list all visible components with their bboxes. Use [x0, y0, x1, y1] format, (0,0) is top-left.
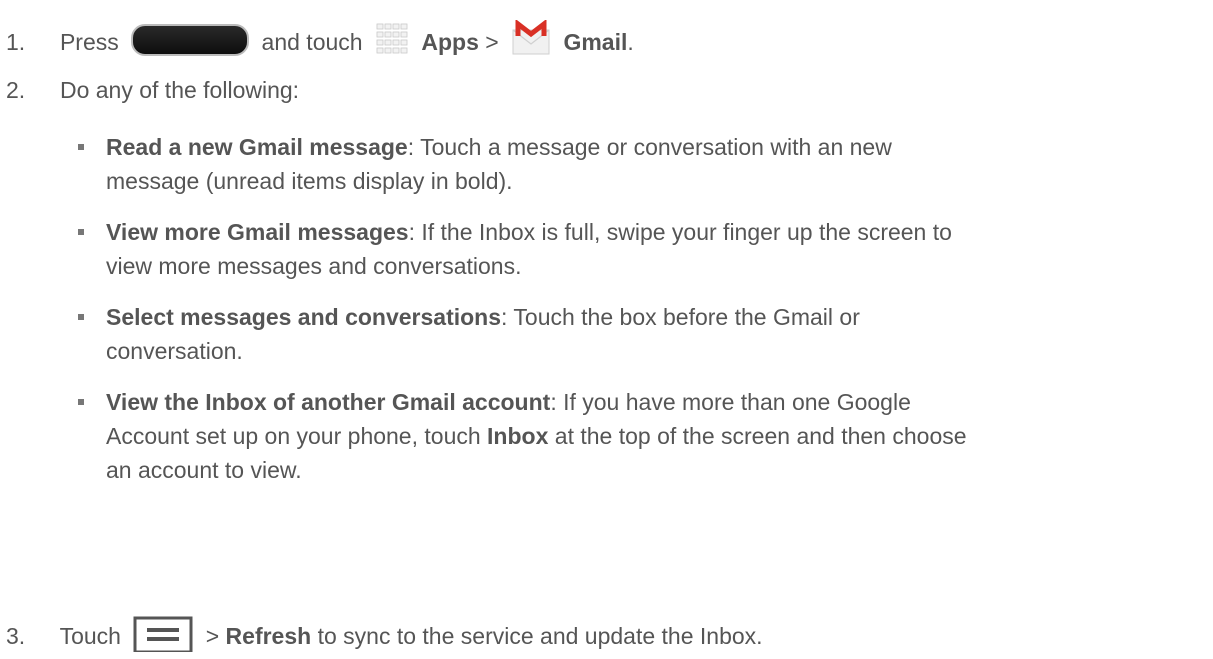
bullet-text: view more messages and conversations. — [106, 253, 522, 279]
touch-text: Touch — [59, 623, 121, 649]
bullet-continuation: an account to view. — [106, 455, 302, 485]
bullet-continuation: Account set up on your phone, touch Inbo… — [106, 421, 967, 451]
press-text: Press — [59, 29, 119, 55]
bullet-item-view-more: View more Gmail messages: If the Inbox i… — [106, 217, 952, 247]
bullet-text: : If you have more than one Google — [550, 389, 911, 415]
step-1: 1. Press and touch Apps > Gmail. — [6, 18, 634, 63]
separator: > — [485, 29, 499, 55]
gmail-label: Gmail — [563, 29, 628, 55]
step-number: 2. — [6, 77, 26, 103]
step-text: to sync to the service and update the In… — [311, 623, 763, 649]
home-key-icon — [131, 24, 250, 56]
and-touch-text: and touch — [261, 29, 363, 55]
bullet-item-view-inbox: View the Inbox of another Gmail account:… — [106, 387, 911, 417]
bullet-marker — [78, 229, 84, 235]
bullet-marker — [78, 314, 84, 320]
inbox-label: Inbox — [487, 423, 549, 449]
bullet-title: Select messages and conversations — [106, 304, 502, 330]
step-text: Do any of the following: — [59, 77, 300, 103]
step-number: 1. — [6, 29, 26, 55]
apps-grid-icon — [375, 22, 411, 63]
bullet-marker — [78, 144, 84, 150]
refresh-label: Refresh — [225, 623, 312, 649]
bullet-text: : Touch the box before the Gmail or — [501, 304, 860, 330]
step-3: 3. Touch > Refresh to sync to the servic… — [6, 614, 763, 659]
bullet-text: at the top of the screen and then choose — [548, 423, 967, 449]
bullet-text: : Touch a message or conversation with a… — [407, 134, 892, 160]
bullet-text: Account set up on your phone, touch — [106, 423, 488, 449]
bullet-title: Read a new Gmail message — [106, 134, 408, 160]
bullet-marker — [78, 399, 84, 405]
menu-key-icon — [133, 614, 193, 659]
bullet-continuation: view more messages and conversations. — [106, 251, 521, 281]
bullet-continuation: conversation. — [106, 336, 243, 366]
bullet-title: View the Inbox of another Gmail account — [106, 389, 551, 415]
separator: > — [205, 623, 220, 649]
bullet-text: conversation. — [106, 338, 243, 364]
step-number: 3. — [6, 623, 26, 649]
bullet-text: message (unread items display in bold). — [106, 168, 513, 194]
bullet-item-select: Select messages and conversations: Touch… — [106, 302, 860, 332]
bullet-continuation: message (unread items display in bold). — [106, 166, 513, 196]
bullet-item-read-new: Read a new Gmail message: Touch a messag… — [106, 132, 892, 162]
bullet-text: an account to view. — [106, 457, 302, 483]
bullet-text: : If the Inbox is full, swipe your finge… — [408, 219, 952, 245]
bullet-title: View more Gmail messages — [106, 219, 409, 245]
step-2: 2. Do any of the following: — [6, 75, 299, 105]
period: . — [627, 29, 634, 55]
gmail-envelope-icon — [511, 18, 551, 63]
apps-label: Apps — [421, 29, 479, 55]
